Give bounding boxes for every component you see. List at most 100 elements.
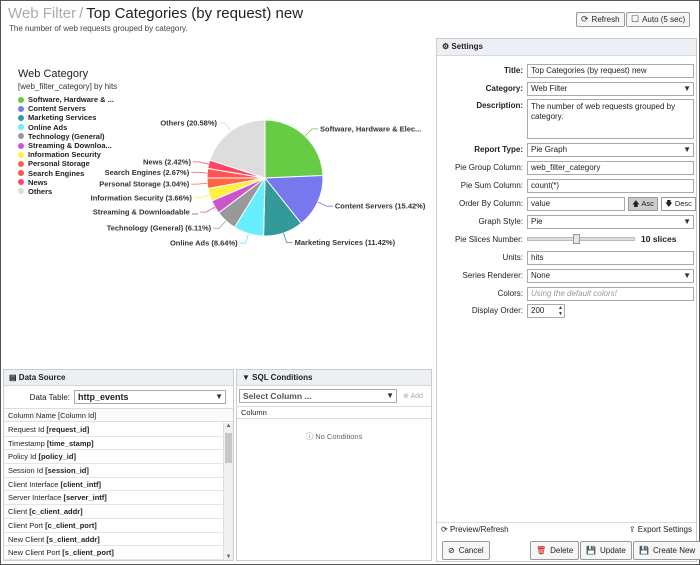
chevron-down-icon: ▼ xyxy=(683,145,691,154)
pie-label-connector xyxy=(239,233,249,244)
title-input[interactable]: Top Categories (by request) new xyxy=(527,64,694,78)
order-column-label: Order By Column: xyxy=(458,199,523,208)
column-list-item[interactable]: Session Id [session_id] xyxy=(4,464,223,478)
delete-button[interactable]: 🗑 Delete xyxy=(530,541,580,560)
sql-column-header: Column xyxy=(237,406,431,419)
breadcrumb-category[interactable]: Web Filter xyxy=(8,5,76,22)
sql-column-select[interactable]: Select Column ... ▼ xyxy=(239,389,397,403)
column-list-item[interactable]: New Client [s_client_addr] xyxy=(4,533,223,547)
column-id: [server_intf] xyxy=(63,493,107,503)
pie-label-connector xyxy=(192,161,209,165)
column-list-item[interactable]: Timestamp [time_stamp] xyxy=(4,437,223,451)
add-condition-button[interactable]: ⊕ Add xyxy=(403,392,423,400)
pie-label-connector xyxy=(219,122,232,132)
category-select[interactable]: Web Filter ▼ xyxy=(527,82,694,96)
column-id: [c_client_port] xyxy=(45,520,97,530)
order-column-input[interactable]: value xyxy=(527,197,625,211)
cancel-icon: ⊘ xyxy=(448,546,455,555)
graph-style-select[interactable]: Pie ▼ xyxy=(527,215,694,229)
slices-slider[interactable] xyxy=(527,237,635,241)
report-subtitle: The number of web requests grouped by ca… xyxy=(9,24,188,33)
pie-slice-label: Marketing Services (11.42%) xyxy=(295,238,396,247)
column-list-item[interactable]: Client [c_client_addr] xyxy=(4,505,223,519)
column-id: [time_stamp] xyxy=(46,438,94,448)
column-name: Session Id xyxy=(8,466,44,476)
column-list-item[interactable]: Client Port [c_client_port] xyxy=(4,519,223,533)
series-renderer-value: None xyxy=(531,271,551,280)
column-name: Timestamp xyxy=(8,438,45,448)
no-conditions-message: ⓘ No Conditions xyxy=(237,431,431,442)
data-table-value: http_events xyxy=(78,392,129,402)
colors-input[interactable]: Using the default colors! xyxy=(527,287,694,301)
chart-area: Web Category [web_filter_category] by hi… xyxy=(3,38,433,365)
column-name: Request Id xyxy=(8,425,45,434)
pie-slice-label: Online Ads (8.64%) xyxy=(170,239,238,248)
units-input[interactable]: hits xyxy=(527,251,694,265)
pie-slice-label: Content Servers (15.42%) xyxy=(335,202,426,211)
preview-refresh-link[interactable]: ⟳ Preview/Refresh xyxy=(441,525,509,534)
data-source-title: Data Source xyxy=(18,373,66,382)
settings-header: ⚙ Settings xyxy=(437,39,696,56)
column-list-item[interactable]: Request Id [request_id] xyxy=(4,423,223,437)
auto-refresh-button[interactable]: ☐ Auto (5 sec) xyxy=(626,12,691,27)
series-renderer-select[interactable]: None ▼ xyxy=(527,269,694,283)
update-button[interactable]: 💾 Update xyxy=(580,541,632,560)
chevron-down-icon: ▼ xyxy=(683,217,691,226)
data-table-label: Data Table: xyxy=(29,392,70,402)
column-list-item[interactable]: Policy Id [policy_id] xyxy=(4,450,223,465)
add-condition-label: Add xyxy=(410,393,423,400)
arrow-down-icon: 🡇 xyxy=(665,199,673,208)
delete-label: Delete xyxy=(550,546,574,555)
desc-label: Desc xyxy=(674,199,692,208)
category-value: Web Filter xyxy=(531,84,568,93)
report-type-select[interactable]: Pie Graph ▼ xyxy=(527,143,694,157)
refresh-button[interactable]: ⟳ Refresh xyxy=(576,12,625,27)
sql-column-placeholder: Select Column ... xyxy=(243,391,312,401)
scrollbar-thumb[interactable] xyxy=(225,433,232,463)
display-order-stepper[interactable]: 200 ▲ ▼ xyxy=(527,304,565,318)
sql-conditions-header: ▼ SQL Conditions xyxy=(237,370,431,386)
slices-label: Pie Slices Number: xyxy=(454,235,523,244)
pie-slice-label: News (2.42%) xyxy=(143,157,191,166)
no-conditions-text: No Conditions xyxy=(315,432,363,441)
create-new-button[interactable]: 💾 Create New xyxy=(633,541,700,560)
checkbox-icon: ☐ xyxy=(631,14,640,24)
update-label: Update xyxy=(599,546,626,555)
create-new-label: Create New xyxy=(652,546,696,555)
data-table-row: Data Table: http_events ▼ xyxy=(4,388,233,406)
asc-button[interactable]: 🡅 Asc xyxy=(628,197,658,211)
settings-panel: ⚙ Settings Title: Top Categories (by req… xyxy=(436,38,700,562)
sum-column-input[interactable]: count(*) xyxy=(527,179,694,193)
column-list-item[interactable]: New Client Port [s_client_port] xyxy=(4,546,223,560)
column-list-scrollbar[interactable]: ▲ ▼ xyxy=(223,423,233,560)
slices-slider-thumb[interactable] xyxy=(572,234,580,244)
preview-refresh-label: Preview/Refresh xyxy=(449,525,509,534)
report-title: Top Categories (by request) new xyxy=(86,5,304,22)
pie-slice-label: Technology (General) (6.11%) xyxy=(107,224,212,233)
sql-conditions-panel: ▼ SQL Conditions Select Column ... ▼ ⊕ A… xyxy=(236,369,432,561)
column-list-item[interactable]: Client Interface [client_intf] xyxy=(4,478,223,492)
refresh-icon: ⟳ xyxy=(581,14,589,24)
desc-button[interactable]: 🡇 Desc xyxy=(661,197,696,211)
category-label: Category: xyxy=(485,84,523,93)
graph-style-value: Pie xyxy=(531,217,543,226)
stepper-arrows-icon[interactable]: ▲ ▼ xyxy=(558,305,563,317)
scroll-down-icon[interactable]: ▼ xyxy=(224,554,233,560)
report-type-label: Report Type: xyxy=(474,145,523,154)
column-name: Policy Id xyxy=(8,452,37,462)
data-table-select[interactable]: http_events ▼ xyxy=(74,390,226,404)
column-list-item[interactable]: Server Interface [server_intf] xyxy=(4,491,223,506)
export-settings-link[interactable]: ⇪ Export Settings xyxy=(629,525,692,534)
scroll-up-icon[interactable]: ▲ xyxy=(224,423,233,429)
save-icon: 💾 xyxy=(586,546,596,555)
sql-add-row: Select Column ... ▼ ⊕ Add xyxy=(237,388,431,404)
cancel-button[interactable]: ⊘ Cancel xyxy=(442,541,490,560)
plus-circle-icon: ⊕ xyxy=(403,393,409,400)
group-column-input[interactable]: web_filter_category xyxy=(527,161,694,175)
pie-slice-label: Software, Hardware & Elec... xyxy=(320,124,421,133)
pie-label-connector xyxy=(283,232,293,243)
pie-label-connector xyxy=(193,194,210,199)
column-id: [s_client_addr] xyxy=(46,534,100,544)
description-textarea[interactable]: The number of web requests grouped by ca… xyxy=(527,99,694,139)
chevron-down-icon: ▼ xyxy=(215,392,223,401)
